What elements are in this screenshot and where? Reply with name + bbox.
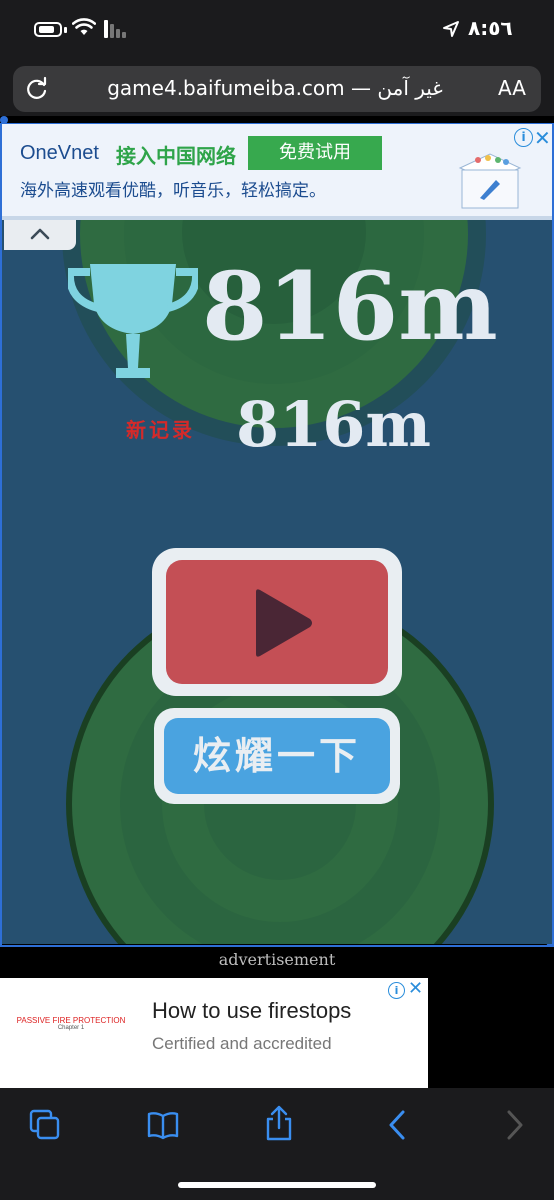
tabs-icon[interactable] (28, 1108, 62, 1142)
play-button-face[interactable] (166, 560, 388, 684)
bottom-ad-banner[interactable]: PASSIVE FIRE PROTECTION Chapter 1 How to… (0, 978, 428, 1090)
trophy-icon (68, 264, 198, 378)
top-ad-divider (2, 216, 552, 220)
battery-icon (34, 22, 62, 37)
play-again-button[interactable] (152, 548, 402, 696)
current-score: 816m (202, 252, 498, 362)
cellular-signal-icon (104, 20, 126, 38)
best-score: 816m (236, 388, 432, 461)
top-ad-brand: OneVnet (20, 142, 99, 164)
home-indicator (178, 1182, 376, 1188)
chevron-up-icon (30, 228, 50, 240)
ad-thumbnail-title: PASSIVE FIRE PROTECTION (16, 1016, 126, 1025)
ad-close-icon[interactable]: ✕ (534, 126, 551, 150)
back-arrow-icon[interactable] (384, 1108, 410, 1142)
bookmarks-icon[interactable] (146, 1110, 180, 1140)
top-ad-tagline: 海外高速观看优酷，听音乐，轻松搞定。 (20, 181, 326, 201)
play-icon (256, 589, 312, 657)
share-button-label[interactable]: 炫耀一下 (164, 718, 390, 794)
ad-thumbnail: PASSIVE FIRE PROTECTION Chapter 1 (14, 1016, 128, 1031)
battery-tip (64, 27, 67, 33)
top-ad-cta-button[interactable]: 免费试用 (248, 136, 382, 170)
bottom-ad-title[interactable]: How to use firestops (152, 998, 351, 1024)
forward-arrow-icon[interactable] (502, 1108, 528, 1142)
new-record-label: 新记录 (126, 418, 195, 442)
reload-icon[interactable] (24, 76, 50, 102)
collapse-ad-button[interactable] (4, 220, 76, 250)
advertisement-label: advertisement (218, 950, 336, 969)
bottom-ad-subtitle: Certified and accredited (152, 1034, 332, 1053)
status-time: ٨:٥٦ (468, 16, 513, 40)
share-button[interactable]: 炫耀一下 (154, 708, 400, 804)
top-ad-headline: 接入中国网络 (116, 144, 236, 168)
ad-close-icon[interactable]: ✕ (408, 978, 423, 999)
ad-thumbnail-sub: Chapter 1 (57, 1025, 85, 1031)
ad-info-icon[interactable]: i (514, 128, 533, 147)
game-background-art (62, 124, 494, 944)
rocket-box-icon (458, 153, 522, 209)
wifi-icon (72, 18, 96, 35)
text-size-button[interactable]: AA (498, 76, 526, 100)
page-url[interactable]: game4.baifumeiba.com — غير آمن (60, 76, 490, 100)
ad-info-icon[interactable]: i (388, 982, 405, 999)
share-icon[interactable] (264, 1104, 294, 1142)
location-arrow-icon (443, 21, 459, 37)
game-canvas[interactable]: OneVnet 接入中国网络 免费试用 海外高速观看优酷，听音乐，轻松搞定。 i… (2, 124, 552, 944)
